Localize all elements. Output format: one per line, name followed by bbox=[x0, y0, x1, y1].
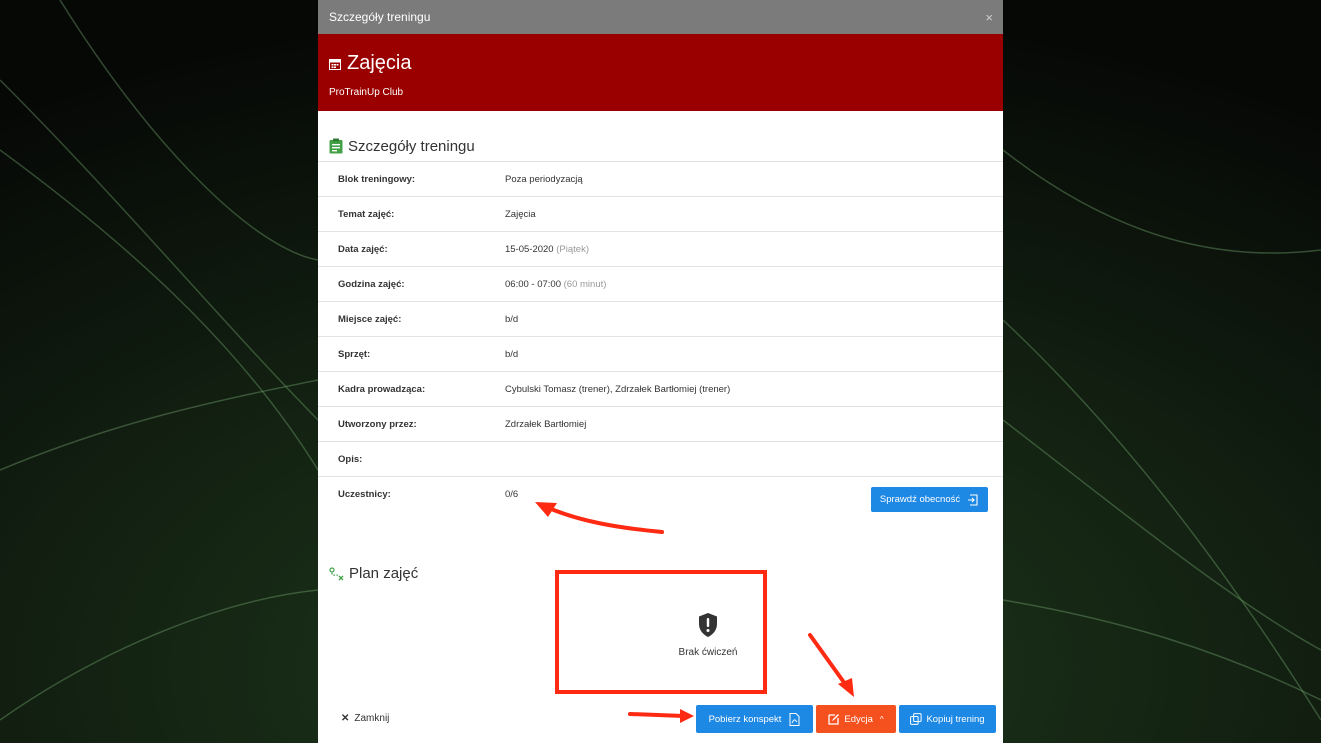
table-row: Kadra prowadząca: Cybulski Tomasz (trene… bbox=[318, 371, 1003, 407]
shield-alert-icon bbox=[699, 613, 717, 637]
row-value: Poza periodyzacją bbox=[505, 173, 583, 185]
exercise-path-icon bbox=[329, 566, 344, 580]
row-value: 15-05-2020 (Piątek) bbox=[505, 243, 589, 255]
row-value: Zajęcia bbox=[505, 208, 536, 220]
row-label: Utworzony przez: bbox=[338, 418, 417, 430]
weekday-note: (Piątek) bbox=[556, 243, 589, 255]
copy-training-button[interactable]: Kopiuj trening bbox=[899, 705, 996, 733]
event-header: Zajęcia ProTrainUp Club bbox=[318, 34, 1003, 111]
modal-titlebar: Szczegóły treningu × bbox=[318, 0, 1003, 34]
modal-title: Szczegóły treningu bbox=[329, 10, 431, 24]
pdf-file-icon bbox=[789, 712, 800, 726]
row-value: Cybulski Tomasz (trener), Zdrzałek Bartł… bbox=[505, 383, 731, 395]
plan-section-title: Plan zajęć bbox=[329, 565, 418, 582]
check-attendance-button[interactable]: Sprawdź obecność bbox=[871, 487, 988, 512]
row-label: Temat zajęć: bbox=[338, 208, 395, 220]
table-row: Blok treningowy: Poza periodyzacją bbox=[318, 161, 1003, 197]
copy-icon bbox=[910, 713, 923, 725]
row-label: Miejsce zajęć: bbox=[338, 313, 402, 325]
close-x-icon: ✕ bbox=[341, 713, 350, 724]
row-label: Data zajęć: bbox=[338, 243, 388, 255]
clipboard-icon bbox=[329, 138, 343, 154]
event-title: Zajęcia bbox=[347, 52, 412, 74]
club-name: ProTrainUp Club bbox=[329, 87, 404, 98]
edit-dropdown-button[interactable]: Edycja ^ bbox=[816, 705, 896, 733]
edit-icon bbox=[828, 714, 840, 725]
close-button[interactable]: ✕ Zamknij bbox=[341, 713, 389, 724]
row-value: b/d bbox=[505, 348, 519, 360]
participants-count: 0/6 bbox=[505, 489, 519, 500]
row-label: Uczestnicy: bbox=[338, 489, 391, 500]
sign-in-icon bbox=[968, 493, 978, 506]
calendar-icon bbox=[329, 58, 341, 70]
table-row: Godzina zajęć: 06:00 - 07:00 (60 minut) bbox=[318, 266, 1003, 302]
details-heading: Szczegóły treningu bbox=[348, 137, 475, 155]
duration-note: (60 minut) bbox=[563, 278, 607, 290]
details-table: Blok treningowy: Poza periodyzacją Temat… bbox=[318, 161, 1003, 512]
table-row: Data zajęć: 15-05-2020 (Piątek) bbox=[318, 231, 1003, 267]
row-label: Godzina zajęć: bbox=[338, 278, 405, 290]
row-value bbox=[505, 442, 1003, 477]
training-details-modal: Szczegóły treningu × Zajęcia ProTrainUp … bbox=[318, 0, 1003, 743]
details-section-title: Szczegóły treningu bbox=[318, 131, 1003, 161]
table-row: Opis: bbox=[318, 441, 1003, 477]
row-value: 06:00 - 07:00 (60 minut) bbox=[505, 278, 607, 290]
participants-row: Uczestnicy: 0/6 Sprawdź obecność bbox=[318, 476, 1003, 512]
row-value: b/d bbox=[505, 313, 519, 325]
empty-exercises: Brak ćwiczeń bbox=[658, 600, 758, 670]
row-label: Opis: bbox=[338, 453, 363, 465]
table-row: Utworzony przez: Zdrzałek Bartłomiej bbox=[318, 406, 1003, 442]
chevron-up-icon: ^ bbox=[879, 714, 884, 724]
row-label: Sprzęt: bbox=[338, 348, 371, 360]
empty-text: Brak ćwiczeń bbox=[678, 647, 738, 658]
table-row: Sprzęt: b/d bbox=[318, 336, 1003, 372]
close-icon[interactable]: × bbox=[985, 10, 993, 25]
plan-heading: Plan zajęć bbox=[349, 565, 419, 582]
row-label: Kadra prowadząca: bbox=[338, 383, 426, 395]
row-value: Zdrzałek Bartłomiej bbox=[505, 418, 587, 430]
download-outline-button[interactable]: Pobierz konspekt bbox=[696, 705, 813, 733]
table-row: Miejsce zajęć: b/d bbox=[318, 301, 1003, 337]
modal-footer: ✕ Zamknij Pobierz konspekt Edycja ^ Kopi… bbox=[318, 705, 1003, 733]
row-label: Blok treningowy: bbox=[338, 173, 416, 185]
table-row: Temat zajęć: Zajęcia bbox=[318, 196, 1003, 232]
